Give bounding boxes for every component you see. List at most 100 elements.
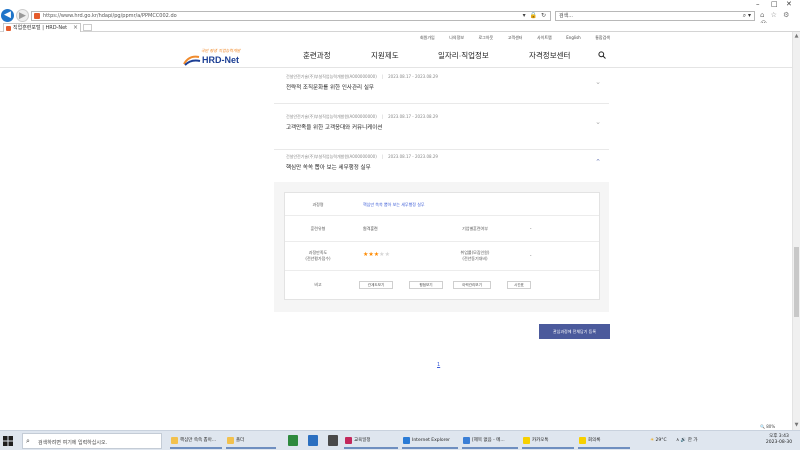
taskbar-app-label: 카카오톡: [532, 438, 549, 443]
taskbar-app-label: 회의록: [588, 438, 601, 443]
course-meta: 건설안전기술(주)부설직업능력개발원(A000000000) | 2023.08.1…: [286, 74, 438, 79]
course-meta: 건설안전기술(주)부설직업능력개발원(A000000000) | 2023.08.1…: [286, 114, 438, 119]
address-url[interactable]: https://www.hrd.go.kr/hdapi/pg/ppmr/a/PP…: [43, 13, 177, 20]
utility-link[interactable]: 회원가입: [420, 35, 435, 41]
site-logo[interactable]: 국민 평생 직업능력개발 HRD-Net: [183, 47, 253, 69]
course-title[interactable]: 전략적 조직문화를 위한 인사관리 실무: [286, 83, 374, 91]
back-button[interactable]: ◀: [1, 9, 14, 22]
clock-date: 2023-08-30: [765, 440, 793, 445]
nav-item-training[interactable]: 훈련과정: [303, 50, 331, 61]
search-icon[interactable]: ⌕ ▾: [743, 12, 751, 20]
star-empty-icon: ★: [384, 251, 390, 258]
utility-link[interactable]: 사이트맵: [537, 35, 552, 41]
detail-label: 훈련유형: [310, 226, 326, 231]
site-search-icon[interactable]: [598, 51, 606, 59]
address-actions[interactable]: ▾ 🔒 ↻: [523, 12, 547, 20]
chevron-up-icon[interactable]: ⌃: [595, 158, 601, 166]
course-title[interactable]: 핵심만 쏙쏙 뽑아 보는 세무행정 실무: [286, 163, 371, 171]
taskbar-search-placeholder[interactable]: 검색하려면 여기에 입력하십시오.: [38, 439, 107, 446]
close-window-button[interactable]: ✕: [786, 0, 792, 8]
taskbar-app[interactable]: 회의록: [578, 433, 630, 449]
browser-search-placeholder[interactable]: 검색...: [559, 13, 573, 20]
tab-title: 직업훈련포털 | HRD-Net: [13, 25, 68, 31]
folder-icon: [227, 437, 234, 444]
history-view-button[interactable]: 이력관리보기: [453, 281, 491, 289]
utility-link[interactable]: English: [566, 35, 580, 41]
taskbar-app[interactable]: 교육일정: [344, 433, 398, 449]
detail-label: 과정만족도 (전년평가점수): [305, 250, 331, 261]
address-bar[interactable]: https://www.hrd.go.kr/hdapi/pg/ppmr/a/PP…: [31, 11, 551, 21]
detail-label: 기업별훈련여부: [462, 226, 488, 231]
chevron-down-icon[interactable]: ⌄: [595, 118, 601, 126]
store-icon[interactable]: [328, 435, 338, 446]
tab-strip: 직업훈련포털 | HRD-Net ×: [0, 23, 800, 32]
course-title[interactable]: 고객만족을 위한 고객응대와 커뮤니케이션: [286, 123, 382, 131]
chevron-down-icon[interactable]: ⌄: [595, 78, 601, 86]
taskbar-clock[interactable]: 오후 3:43 2023-08-30: [760, 434, 798, 446]
pagination-page-1[interactable]: 1: [437, 362, 440, 368]
detail-type-value: 원격훈련: [363, 226, 378, 231]
zoom-level[interactable]: 🔍 80%: [760, 424, 775, 429]
address-row: ◀ ▶ https://www.hrd.go.kr/hdapi/pg/ppmr/…: [0, 8, 800, 28]
utility-nav: 회원가입 나의정보 로그아웃 고객센터 사이트맵 English 통합검색: [420, 35, 610, 41]
tray-icons[interactable]: ∧ 🔊 한 가: [676, 438, 697, 443]
scrollbar-thumb[interactable]: [794, 247, 799, 317]
scroll-up-icon[interactable]: ▲: [793, 33, 800, 39]
taskbar-app-label: 핵심만 쏙쏙 뽑아...: [180, 438, 217, 443]
windows-start-icon[interactable]: [3, 436, 13, 446]
nav-item-jobs[interactable]: 일자리·직업정보: [438, 50, 489, 61]
relation-view-button[interactable]: 관계도보기: [359, 281, 393, 289]
internet-explorer-icon: [403, 437, 410, 444]
minimize-button[interactable]: –: [756, 0, 760, 8]
weather-temp[interactable]: 29°C: [655, 438, 666, 443]
taskbar-search[interactable]: ⌕ 검색하려면 여기에 입력하십시오.: [22, 433, 162, 449]
page-scrollbar[interactable]: ▲ ▼: [792, 32, 800, 430]
utility-link[interactable]: 통합검색: [595, 35, 610, 41]
star-rating: ★★★★★: [363, 251, 390, 258]
taskbar-app[interactable]: 핵심만 쏙쏙 뽑아...: [170, 433, 222, 449]
nav-item-support[interactable]: 지원제도: [371, 50, 399, 61]
web-page: 회원가입 나의정보 로그아웃 고객센터 사이트맵 English 통합검색 국민…: [0, 32, 792, 430]
detail-course-link[interactable]: 핵심만 쏙쏙 뽑아 보는 세무행정 실무: [363, 202, 425, 208]
course-meta: 건설안전기술(주)부설직업능력개발원(A000000000) | 2023.08.1…: [286, 154, 438, 159]
course-list-item[interactable]: 건설안전기술(주)부설직업능력개발원(A000000000) | 2023.08.1…: [274, 114, 609, 150]
scroll-down-icon[interactable]: ▼: [793, 422, 800, 428]
utility-link[interactable]: 고객센터: [508, 35, 523, 41]
excel-icon[interactable]: [288, 435, 298, 446]
taskbar: ⌕ 검색하려면 여기에 입력하십시오. 핵심만 쏙쏙 뽑아... 폴더 교육일정…: [0, 430, 800, 450]
tab-close-icon[interactable]: ×: [73, 24, 78, 32]
logo-mark-icon: [183, 55, 201, 66]
browser-tab[interactable]: 직업훈련포털 | HRD-Net ×: [3, 23, 81, 32]
site-favicon-icon: [34, 13, 40, 19]
taskbar-app-label: Internet Explorer: [412, 438, 451, 443]
taskbar-app[interactable]: [제목 없음 - 메...: [462, 433, 518, 449]
course-list-item[interactable]: 건설안전기술(주)부설직업능력개발원(A000000000) | 2023.08.1…: [274, 74, 609, 104]
utility-link[interactable]: 로그아웃: [479, 35, 494, 41]
taskbar-app-label: 폴더: [236, 438, 245, 443]
forward-button[interactable]: ▶: [16, 9, 29, 22]
nav-item-license[interactable]: 자격정보센터: [529, 50, 570, 61]
taskbar-app[interactable]: 카카오톡: [522, 433, 574, 449]
detail-label: 과정명: [312, 202, 324, 207]
add-all-to-interest-button[interactable]: 관심과정에 전체담기 등록: [539, 324, 610, 339]
timetable-button[interactable]: 시간표: [507, 281, 531, 289]
browser-search-box[interactable]: 검색... ⌕ ▾: [555, 11, 755, 21]
system-tray: ☀ 29°C ∧ 🔊 한 가: [650, 433, 698, 449]
detail-label: 취업률(모집인원) (전년동기대비): [460, 250, 490, 261]
maximize-button[interactable]: □: [771, 0, 778, 8]
logo-name: HRD-Net: [202, 55, 239, 65]
search-icon: ⌕: [26, 437, 30, 445]
taskbar-app[interactable]: Internet Explorer: [402, 433, 458, 449]
utility-link[interactable]: 나의정보: [449, 35, 464, 41]
mail-icon[interactable]: [308, 435, 318, 446]
new-tab-button[interactable]: [83, 24, 92, 31]
detail-row-actions: 비고 관계도보기 평점보기 이력관리보기 시간표: [285, 271, 599, 299]
detail-row-type: 훈련유형 원격훈련 기업별훈련여부 -: [285, 216, 599, 242]
detail-row-course: 과정명 핵심만 쏙쏙 뽑아 보는 세무행정 실무: [285, 193, 599, 216]
calendar-icon: [345, 437, 352, 444]
taskbar-app-label: 교육일정: [354, 438, 371, 443]
rating-view-button[interactable]: 평점보기: [409, 281, 443, 289]
weather-icon[interactable]: ☀: [650, 438, 654, 443]
course-list-item-expanded[interactable]: 건설안전기술(주)부설직업능력개발원(A000000000) | 2023.08.1…: [274, 154, 609, 182]
taskbar-app[interactable]: 폴더: [226, 433, 276, 449]
